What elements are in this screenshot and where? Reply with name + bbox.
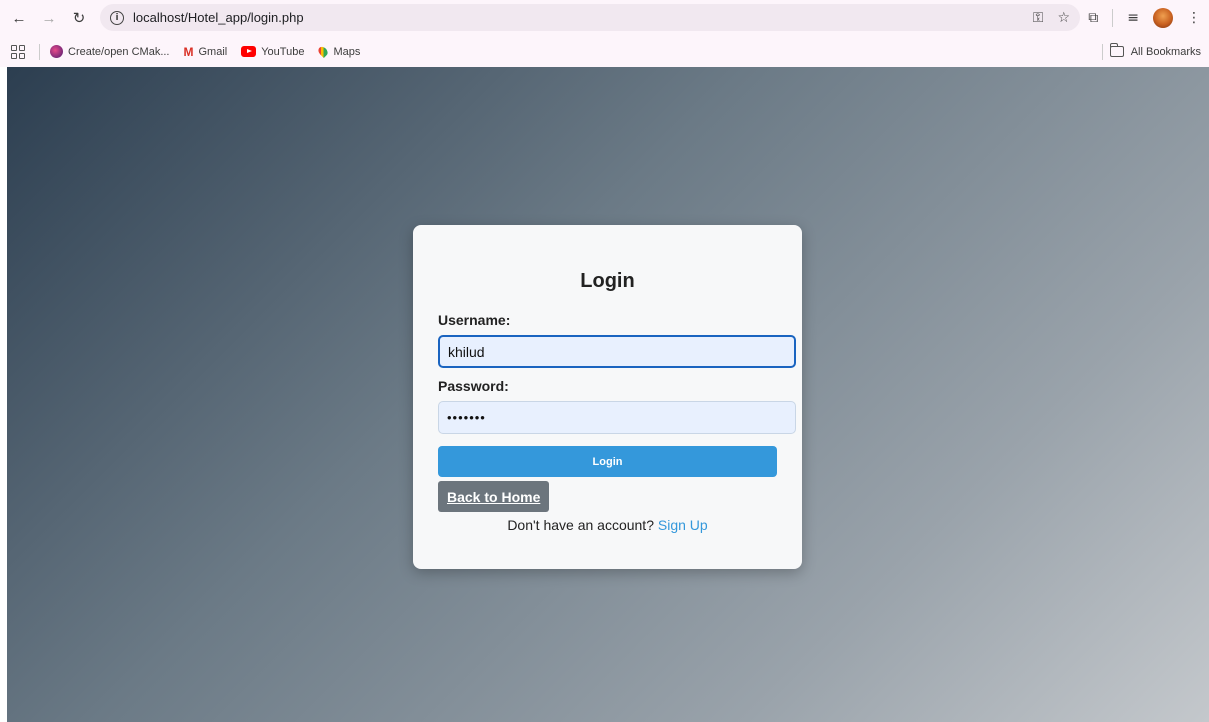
- password-label: Password:: [438, 378, 509, 394]
- bookmarks-divider: [39, 43, 40, 60]
- bookmarks-divider: [1102, 43, 1103, 60]
- signup-link[interactable]: Sign Up: [658, 517, 708, 533]
- profile-avatar[interactable]: [1153, 8, 1173, 28]
- login-button[interactable]: Login: [438, 446, 777, 477]
- reading-list-icon[interactable]: ≡: [1127, 10, 1139, 26]
- puzzle-icon[interactable]: ⧉: [1088, 10, 1098, 26]
- signup-prompt: Don't have an account? Sign Up: [438, 517, 777, 533]
- address-bar[interactable]: i localhost/Hotel_app/login.php ⚿ ☆: [100, 4, 1080, 31]
- bookmark-label: Maps: [333, 45, 361, 58]
- youtube-favicon-icon: [241, 46, 257, 57]
- apps-grid-icon[interactable]: [11, 44, 25, 59]
- all-bookmarks-button[interactable]: All Bookmarks: [1109, 43, 1201, 58]
- back-to-home-button[interactable]: Back to Home: [438, 481, 550, 512]
- toolbar-actions: ⧉ ≡ ⋮: [1088, 5, 1201, 31]
- reload-icon[interactable]: ↻: [66, 5, 92, 31]
- bookmark-cmake[interactable]: Create/open CMak...: [50, 45, 170, 58]
- browser-toolbar: ← → ↻ i localhost/Hotel_app/login.php ⚿ …: [0, 0, 1209, 36]
- kebab-menu-icon[interactable]: ⋮: [1187, 10, 1201, 26]
- gmail-favicon-icon: M: [183, 45, 194, 59]
- bookmark-maps[interactable]: Maps: [316, 44, 361, 59]
- forward-arrow-icon[interactable]: →: [36, 5, 62, 31]
- all-bookmarks-label: All Bookmarks: [1130, 45, 1201, 58]
- back-arrow-icon[interactable]: ←: [6, 5, 32, 31]
- star-icon[interactable]: ☆: [1057, 10, 1070, 26]
- login-card: Login Username: Password: ••••••• Login …: [413, 225, 802, 569]
- omnibox-actions: ⚿ ☆: [1033, 4, 1070, 31]
- bookmark-label: Gmail: [198, 45, 228, 58]
- maps-favicon-icon: [316, 44, 330, 59]
- cmake-favicon-icon: [50, 45, 63, 58]
- username-label: Username:: [438, 312, 511, 328]
- folder-icon: [1109, 43, 1124, 57]
- bookmark-youtube[interactable]: YouTube: [241, 46, 304, 58]
- key-icon[interactable]: ⚿: [1033, 10, 1044, 26]
- bookmarks-bar: Create/open CMak... M Gmail YouTube Maps…: [0, 36, 1209, 67]
- bookmark-label: Create/open CMak...: [68, 45, 170, 58]
- username-field[interactable]: [438, 335, 796, 368]
- bookmark-label: YouTube: [261, 45, 305, 58]
- password-field[interactable]: •••••••: [438, 401, 796, 434]
- page-viewport: Login Username: Password: ••••••• Login …: [7, 67, 1209, 722]
- bookmark-gmail[interactable]: M Gmail: [183, 45, 228, 59]
- signup-prompt-text: Don't have an account?: [507, 517, 654, 533]
- url-text[interactable]: localhost/Hotel_app/login.php: [133, 10, 304, 25]
- toolbar-divider: [1112, 9, 1114, 27]
- info-icon[interactable]: i: [110, 10, 124, 25]
- page-title: Login: [580, 270, 635, 292]
